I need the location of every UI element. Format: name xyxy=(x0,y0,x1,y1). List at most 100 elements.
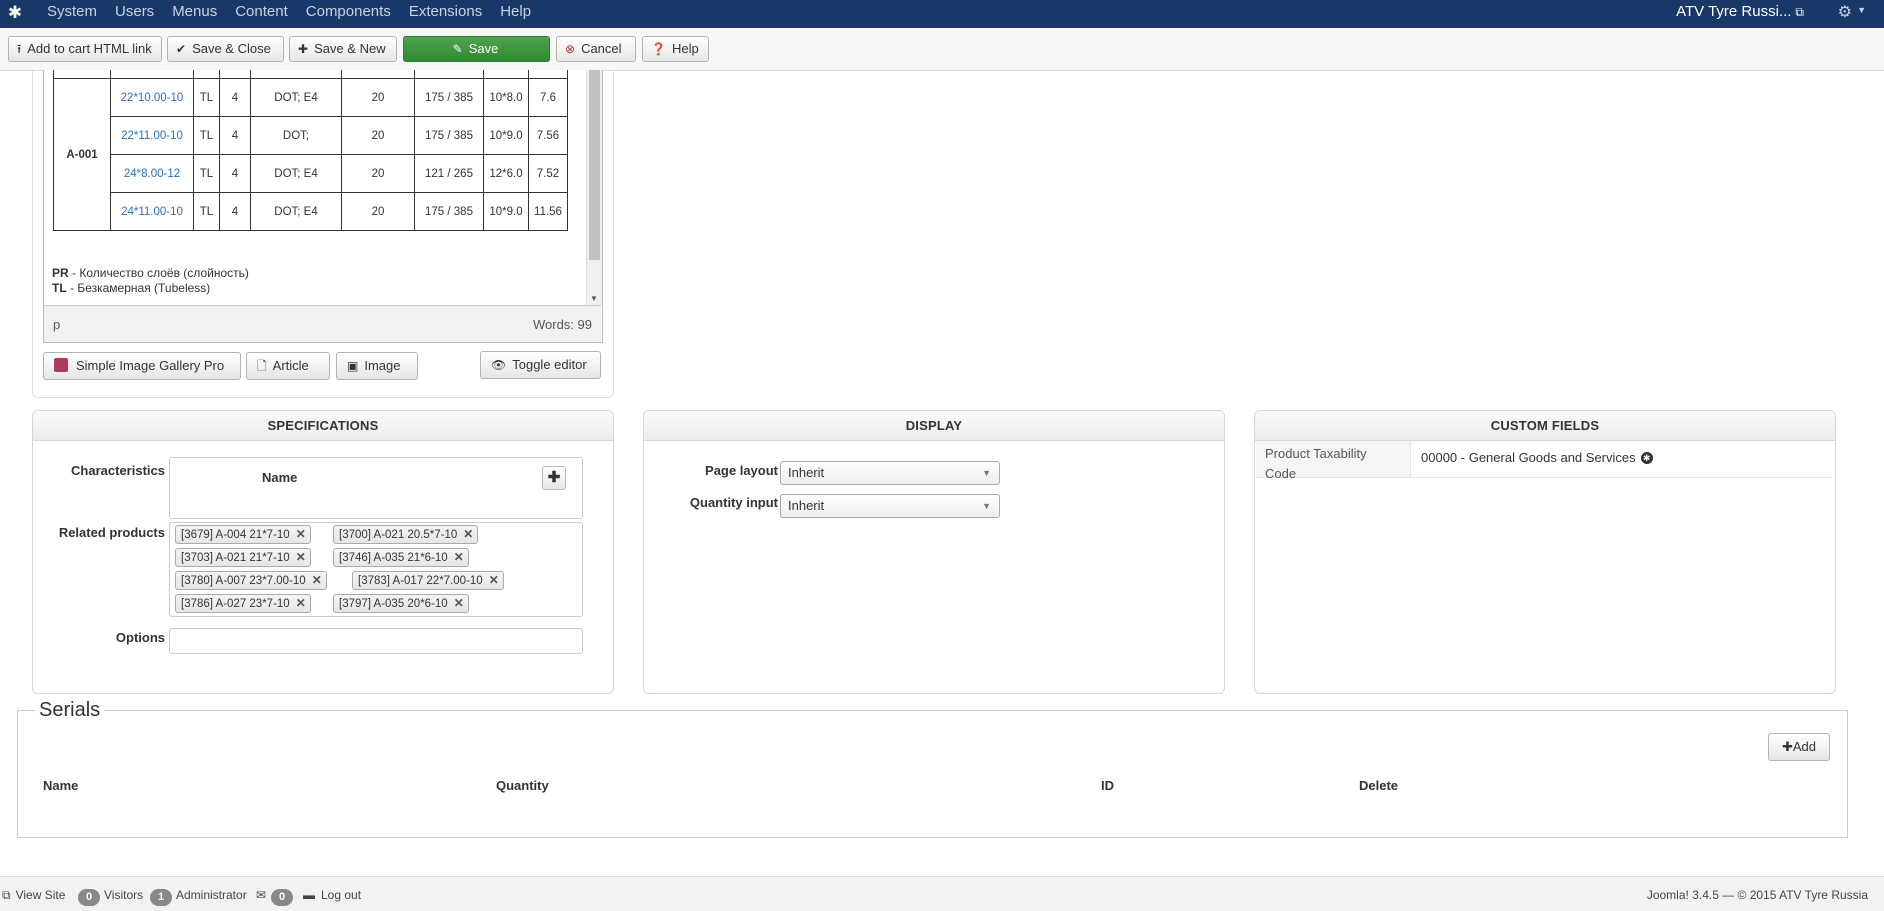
help-button[interactable]: ❓ Help xyxy=(642,36,709,62)
question-icon: ❓ xyxy=(651,42,666,56)
related-products-input[interactable]: [3679] A-004 21*7-10 ✕ [3700] A-021 20.5*… xyxy=(169,522,583,617)
remove-tag-icon[interactable]: ✕ xyxy=(489,573,499,587)
add-characteristic-button[interactable]: ✚ xyxy=(542,466,566,490)
chevron-down-icon: ▼ xyxy=(982,468,991,478)
quantity-input-select[interactable]: Inherit ▼ xyxy=(780,494,1000,518)
cancel-button[interactable]: ⊗ Cancel xyxy=(556,36,636,62)
related-product-tag: [3786] A-027 23*7-10 ✕ xyxy=(175,594,311,613)
logout-link[interactable]: ▬ Log out xyxy=(303,888,361,902)
size-cell[interactable]: 24*11.00-10 xyxy=(110,192,194,231)
image-label: Image xyxy=(364,358,401,373)
add-label: Add xyxy=(1792,739,1817,754)
scrollbar-thumb[interactable] xyxy=(589,70,600,260)
rim-cell: 10*8.0 xyxy=(483,78,529,117)
remove-tag-icon[interactable]: ✕ xyxy=(454,550,464,564)
top-navbar: ✱ System Users Menus Content Components … xyxy=(0,0,1884,28)
remove-tag-icon[interactable]: ✕ xyxy=(463,527,473,541)
messages-badge: 0 xyxy=(271,889,294,906)
scroll-down-icon[interactable]: ▼ xyxy=(590,294,598,303)
table-row xyxy=(53,70,568,79)
main-menu: System Users Menus Content Components Ex… xyxy=(38,0,540,28)
editor-scrollbar[interactable]: ▼ xyxy=(586,70,602,305)
editor-content[interactable]: A-001 22*10.00-10 TL 4 DOT; E4 20 175 / … xyxy=(44,70,585,305)
plus-icon: ✚ xyxy=(298,42,309,56)
editor-statusbar: p Words: 99 xyxy=(44,305,601,342)
options-input[interactable] xyxy=(169,628,583,654)
messages-indicator[interactable]: ✉ 0 xyxy=(256,888,297,906)
weight-cell: 7.56 xyxy=(528,116,568,155)
characteristics-table: Name ✚ xyxy=(169,457,583,519)
toggle-editor-button[interactable]: 👁 Toggle editor xyxy=(480,351,601,379)
menu-extensions[interactable]: Extensions xyxy=(400,0,491,28)
chevron-down-icon[interactable]: ▼ xyxy=(1857,5,1866,15)
remove-tag-icon[interactable]: ✕ xyxy=(312,573,322,587)
characteristics-label: Characteristics xyxy=(71,463,165,478)
menu-users[interactable]: Users xyxy=(106,0,163,28)
menu-menus[interactable]: Menus xyxy=(163,0,226,28)
remove-tag-icon[interactable]: ✕ xyxy=(296,550,306,564)
tl-cell: TL xyxy=(193,154,220,193)
simple-image-gallery-button[interactable]: Simple Image Gallery Pro xyxy=(43,352,241,380)
minus-icon: ▬ xyxy=(303,888,315,902)
external-link-icon: ⧉ xyxy=(1795,5,1804,19)
save-new-button[interactable]: ✚ Save & New xyxy=(289,36,397,62)
pr-cell: 4 xyxy=(219,154,251,193)
related-product-tag: [3780] A-007 23*7.00-10 ✕ xyxy=(175,571,327,590)
copyright: Joomla! 3.4.5 — © 2015 ATV Tyre Russia xyxy=(1646,888,1868,902)
settings-icon[interactable]: ✱ xyxy=(1640,452,1653,464)
add-to-cart-button[interactable]: ⭱ Add to cart HTML link xyxy=(8,36,162,62)
menu-help[interactable]: Help xyxy=(491,0,540,28)
pr-cell: 4 xyxy=(219,78,251,117)
weight-cell: 7.6 xyxy=(528,78,568,117)
remove-tag-icon[interactable]: ✕ xyxy=(296,527,306,541)
serials-title: Serials xyxy=(35,699,105,722)
save-close-button[interactable]: ✔ Save & Close xyxy=(167,36,284,62)
size-cell[interactable]: 22*11.00-10 xyxy=(110,116,194,155)
menu-content[interactable]: Content xyxy=(226,0,297,28)
view-site-link[interactable]: ⧉ View Site xyxy=(2,888,65,903)
size-cell[interactable]: 24*8.00-12 xyxy=(110,154,194,193)
menu-system[interactable]: System xyxy=(38,0,106,28)
legend-tl: TL - Безкамерная (Tubeless) xyxy=(52,281,211,295)
word-count: Words: 99 xyxy=(532,317,592,332)
article-button[interactable]: 🗋 Article xyxy=(246,352,330,380)
column-name: Name xyxy=(43,778,79,793)
related-products-label: Related products xyxy=(58,525,165,540)
edit-icon: ✎ xyxy=(452,42,463,56)
rich-text-editor[interactable]: A-001 22*10.00-10 TL 4 DOT; E4 20 175 / … xyxy=(43,70,603,343)
gear-icon[interactable]: ⚙ xyxy=(1838,2,1852,22)
envelope-icon: ✉ xyxy=(256,888,267,902)
table-row: A-001 22*10.00-10 TL 4 DOT; E4 20 175 / … xyxy=(53,78,568,231)
page-layout-select[interactable]: Inherit ▼ xyxy=(780,461,1000,485)
cancel-label: Cancel xyxy=(581,41,622,56)
joomla-logo-icon[interactable]: ✱ xyxy=(6,4,24,22)
remove-tag-icon[interactable]: ✕ xyxy=(454,596,464,610)
save-close-label: Save & Close xyxy=(192,41,271,56)
quantity-input-value: Inherit xyxy=(788,498,825,513)
cert-cell: DOT; E4 xyxy=(250,192,342,231)
custom-fields-panel: CUSTOM FIELDS Product Taxability Code 00… xyxy=(1254,410,1836,694)
help-label: Help xyxy=(671,41,699,56)
page-layout-label: Page layout xyxy=(705,463,778,478)
remove-tag-icon[interactable]: ✕ xyxy=(296,596,306,610)
add-serial-button[interactable]: ✚Add xyxy=(1768,733,1830,761)
table-row: 24*11.00-10 TL 4 DOT; E4 20 175 / 385 10… xyxy=(54,192,568,231)
element-path[interactable]: p xyxy=(53,317,60,332)
toggle-editor-label: Toggle editor xyxy=(512,357,587,372)
size-cell[interactable]: 22*10.00-10 xyxy=(110,78,194,117)
load-cell: 175 / 385 xyxy=(414,192,484,231)
pr-cell: 4 xyxy=(219,192,251,231)
custom-field-row: Product Taxability Code 00000 - General … xyxy=(1256,441,1832,481)
related-product-tag: [3746] A-035 21*6-10 ✕ xyxy=(333,548,469,567)
specifications-title: SPECIFICATIONS xyxy=(33,411,613,441)
quantity-input-label: Quantity input xyxy=(689,495,778,510)
related-product-tag: [3783] A-017 22*7.00-10 ✕ xyxy=(352,571,504,590)
weight-cell: 7.52 xyxy=(528,154,568,193)
add-to-cart-label: Add to cart HTML link xyxy=(27,41,152,56)
save-button[interactable]: ✎ Save xyxy=(403,36,550,62)
image-button[interactable]: ▣ Image xyxy=(336,352,418,380)
editor-legend: PR - Количество слоёв (слойность) TL - Б… xyxy=(52,266,249,296)
menu-components[interactable]: Components xyxy=(297,0,400,28)
tl-cell: TL xyxy=(193,192,220,231)
site-link[interactable]: ATV Tyre Russi... ⧉ xyxy=(1676,0,1804,24)
